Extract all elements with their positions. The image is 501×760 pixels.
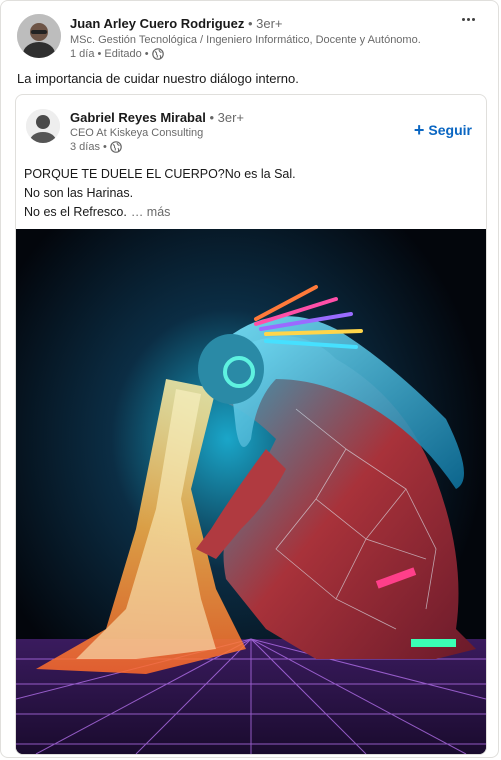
- reshare-connection-degree: • 3er+: [209, 110, 245, 125]
- post-meta: 1 día • Editado •: [70, 48, 164, 60]
- reshare-author-name-text[interactable]: Gabriel Reyes Mirabal: [70, 110, 206, 125]
- connection-degree: • 3er+: [247, 16, 283, 31]
- post-time: 1 día • Editado •: [70, 48, 149, 60]
- ellipsis-icon: [461, 17, 465, 21]
- reshare-text-line: PORQUE TE DUELE EL CUERPO?No es la Sal.: [24, 167, 296, 181]
- post-image[interactable]: [16, 229, 486, 754]
- see-more-link[interactable]: … más: [131, 205, 171, 219]
- globe-icon: [110, 141, 122, 153]
- reshared-post[interactable]: Gabriel Reyes Mirabal • 3er+ CEO At Kisk…: [15, 94, 487, 755]
- globe-icon: [151, 48, 164, 60]
- reshare-text-line: No son las Harinas.: [24, 186, 134, 200]
- follow-button[interactable]: + Seguir: [413, 120, 472, 140]
- more-options-button[interactable]: [456, 11, 480, 27]
- post-commentary: La importancia de cuidar nuestro diálogo…: [17, 71, 299, 86]
- feed-post: Juan Arley Cuero Rodriguez • 3er+ MSc. G…: [0, 0, 499, 758]
- reshare-text-line-last: No es el Refresco.… más: [24, 205, 171, 219]
- plus-icon: +: [413, 120, 425, 140]
- author-avatar[interactable]: [17, 14, 61, 58]
- reshare-text: PORQUE TE DUELE EL CUERPO?No es la Sal. …: [24, 165, 296, 222]
- reshare-author-avatar[interactable]: [26, 109, 60, 143]
- author-name-text[interactable]: Juan Arley Cuero Rodriguez: [70, 16, 244, 31]
- author-name[interactable]: Juan Arley Cuero Rodriguez • 3er+: [70, 16, 283, 31]
- reshare-post-time: 3 días •: [70, 141, 107, 153]
- reshare-author-headline: CEO At Kiskeya Consulting: [70, 127, 204, 139]
- follow-label: Seguir: [428, 122, 472, 138]
- reshare-post-meta: 3 días •: [70, 141, 122, 153]
- author-headline: MSc. Gestión Tecnológica / Ingeniero Inf…: [70, 34, 421, 46]
- reshare-author-name[interactable]: Gabriel Reyes Mirabal • 3er+: [70, 110, 244, 125]
